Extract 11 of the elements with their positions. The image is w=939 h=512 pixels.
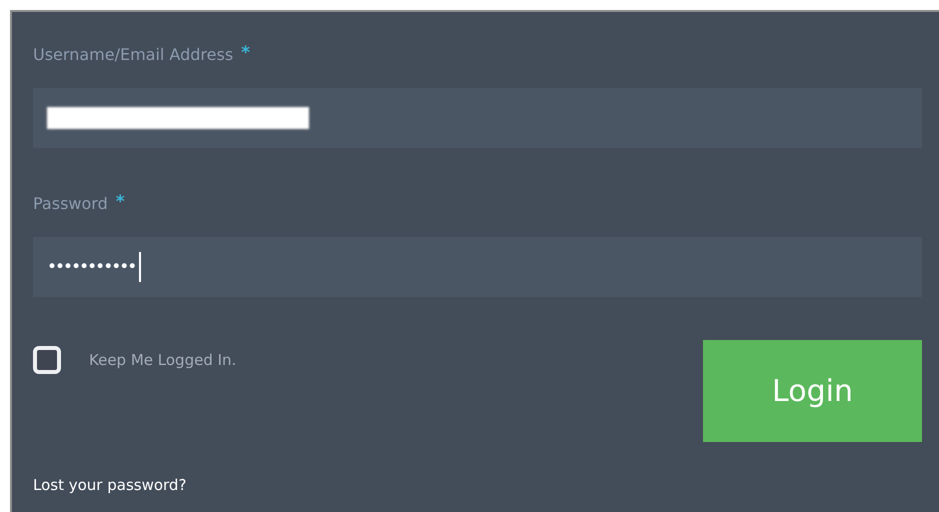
field-value: •••••••••••: [47, 257, 136, 277]
input-field[interactable]: •••••••••••: [33, 237, 922, 297]
checkbox[interactable]: [33, 346, 61, 374]
required-asterisk: *: [241, 42, 250, 64]
field-label: Username/Email Address: [33, 44, 234, 66]
lost-password-link[interactable]: Lost your password?: [33, 476, 186, 494]
required-asterisk: *: [116, 191, 125, 213]
text-cursor: [139, 252, 142, 282]
input-field[interactable]: [33, 88, 922, 148]
checkbox-label: Keep Me Logged In.: [89, 351, 236, 369]
field-label: Password: [33, 193, 108, 215]
